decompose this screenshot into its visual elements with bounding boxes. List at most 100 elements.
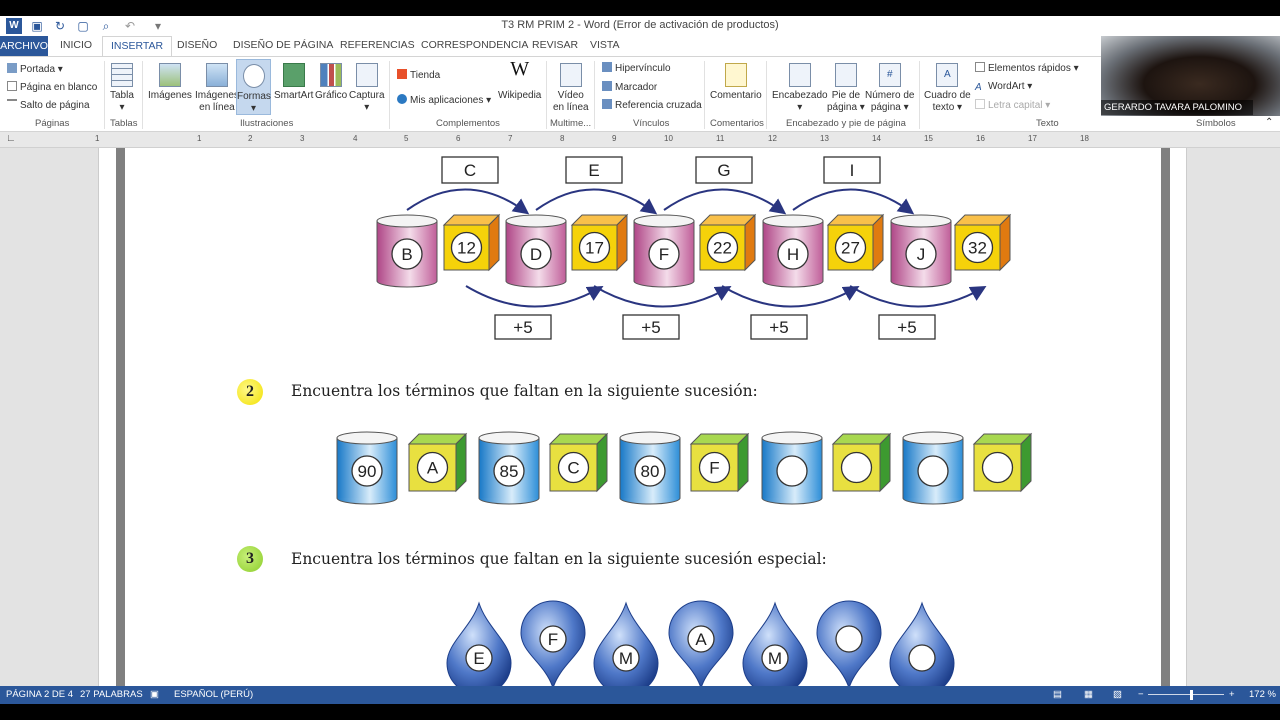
drop-circle [835,625,863,653]
cover-page-icon [7,63,17,73]
footer-icon [834,63,857,87]
language-indicator[interactable]: ESPAÑOL (PERÚ) [174,689,253,700]
pink-cylinder-top [376,214,438,228]
pink-cylinder-label: F [659,245,669,264]
wikipedia-button[interactable]: W Wikipedia [498,58,541,102]
bookmark-icon [602,81,612,91]
separator [389,61,390,129]
comment-icon [724,63,747,87]
water-drop [889,601,955,686]
tabla-button[interactable]: Tabla ▾ [110,63,134,114]
green-cube-side [737,432,749,493]
group-label-encabezado: Encabezado y pie de página [786,118,906,129]
word-count[interactable]: 27 PALABRAS [80,689,143,700]
imagenes-linea-button[interactable]: Imágenes en línea [195,63,239,114]
tab-referencias[interactable]: REFERENCIAS [340,39,415,51]
question-3-number: 3 [237,546,263,572]
horizontal-ruler[interactable]: ∟ 1 1 2 3 4 5 6 7 8 9 10 11 12 13 14 15 16 17 18 [0,132,1280,148]
tab-insertar[interactable]: INSERTAR [102,36,173,57]
yellow-cube: 22 [698,213,757,272]
ruler-number: 5 [404,134,409,143]
separator [104,61,105,129]
pie-pagina-button[interactable]: Pie de página ▾ [827,63,865,114]
elementos-rapidos-button[interactable]: Elementos rápidos ▾ [975,62,1079,74]
collapse-ribbon-icon[interactable]: ⌃ [1265,117,1273,128]
letra-capital-button[interactable]: Letra capital ▾ [975,99,1050,111]
green-cube: C [548,432,609,493]
proofing-icon[interactable]: ▣ [150,689,159,700]
tienda-button[interactable]: Tienda [397,69,440,81]
green-cube-side [596,432,608,493]
grafico-button[interactable]: Gráfico [315,63,347,102]
cuadro-texto-button[interactable]: A Cuadro de texto ▾ [924,63,971,114]
print-layout-icon[interactable]: ▦ [1084,689,1093,700]
portada-button[interactable]: Portada ▾ [7,63,63,75]
increment-label: +5 [769,318,788,337]
comentario-button[interactable]: Comentario [710,63,762,102]
mis-aplicaciones-button[interactable]: Mis aplicaciones ▾ [397,94,491,106]
group-label-simbolos: Símbolos [1196,118,1236,129]
numero-pagina-button[interactable]: # Número de página ▾ [865,63,914,114]
ribbon: Portada ▾ Página en blanco Salto de pági… [0,56,1280,132]
read-mode-icon[interactable]: ▤ [1053,689,1062,700]
drop-cap-icon [975,99,985,109]
tab-inicio[interactable]: INICIO [60,39,92,51]
ruler-number: 12 [768,134,777,143]
worksheet-figures: B 12 D 17 F 22 H 27 J 32 C E G I +5 +5 +5 +5 90 A 85 C 80 F E F M A… [336,156,1033,686]
blue-cylinder-top [478,431,540,445]
arc-arrow [593,285,732,308]
tab-archivo[interactable]: ARCHIVO [0,36,48,56]
green-cube-circle [840,451,873,484]
pagina-blanco-button[interactable]: Página en blanco [7,81,97,93]
zoom-slider[interactable] [1148,694,1224,695]
tab-diseno-pagina[interactable]: DISEÑO DE PÁGINA [233,39,333,51]
tab-diseno[interactable]: DISEÑO [177,39,217,51]
document-page[interactable]: B 12 D 17 F 22 H 27 J 32 C E G I +5 +5 +5 +5 90 A 85 C 80 F E F M A… [98,148,1187,686]
zoom-level[interactable]: 172 % [1249,689,1276,700]
blue-cylinder-label: 90 [358,462,377,481]
separator [142,61,143,129]
green-cube [972,432,1033,493]
group-label-complementos: Complementos [436,118,500,129]
pink-cylinder: J [890,214,952,288]
arc-arrow [663,188,787,215]
zoom-in-button[interactable]: + [1229,689,1235,700]
formas-button[interactable]: Formas ▾ [236,59,271,115]
captura-button[interactable]: Captura ▾ [349,63,385,114]
hipervinculo-button[interactable]: Hipervínculo [602,62,671,74]
marcador-button[interactable]: Marcador [602,81,657,93]
wordart-button[interactable]: A WordArt ▾ [975,81,1032,93]
status-bar: PÁGINA 2 DE 4 27 PALABRAS ▣ ESPAÑOL (PER… [0,686,1280,704]
blank-page-icon [7,81,17,91]
green-cube-side [879,432,891,493]
ruler-number: 9 [612,134,617,143]
zoom-slider-thumb[interactable] [1190,690,1193,700]
imagenes-button[interactable]: Imágenes [148,63,192,102]
page-count[interactable]: PÁGINA 2 DE 4 [6,689,73,700]
encabezado-button[interactable]: Encabezado ▾ [772,63,828,114]
zoom-out-button[interactable]: − [1138,689,1144,700]
separator [704,61,705,129]
salto-pagina-button[interactable]: Salto de página [7,99,90,111]
yellow-cube: 27 [826,213,885,272]
water-drop: A [668,600,734,686]
header-icon [788,63,811,87]
wikipedia-icon: W [510,58,530,80]
arc-arrow [721,285,860,308]
tab-vista[interactable]: VISTA [590,39,620,51]
group-label-texto: Texto [1036,118,1059,129]
video-linea-button[interactable]: Vídeo en línea [553,63,589,114]
tab-revisar[interactable]: REVISAR [532,39,578,51]
water-drop: F [520,600,586,686]
tab-correspondencia[interactable]: CORRESPONDENCIA [421,39,528,51]
tab-selector-icon[interactable]: ∟ [6,133,16,144]
hyperlink-icon [602,62,612,72]
web-layout-icon[interactable]: ▧ [1113,689,1122,700]
smartart-button[interactable]: SmartArt [274,63,313,102]
apps-icon [397,94,407,104]
ruler-number: 1 [95,134,100,143]
separator [766,61,767,129]
referencia-cruzada-button[interactable]: Referencia cruzada [602,99,702,111]
ruler-number: 7 [508,134,513,143]
blue-cylinder [761,431,823,505]
